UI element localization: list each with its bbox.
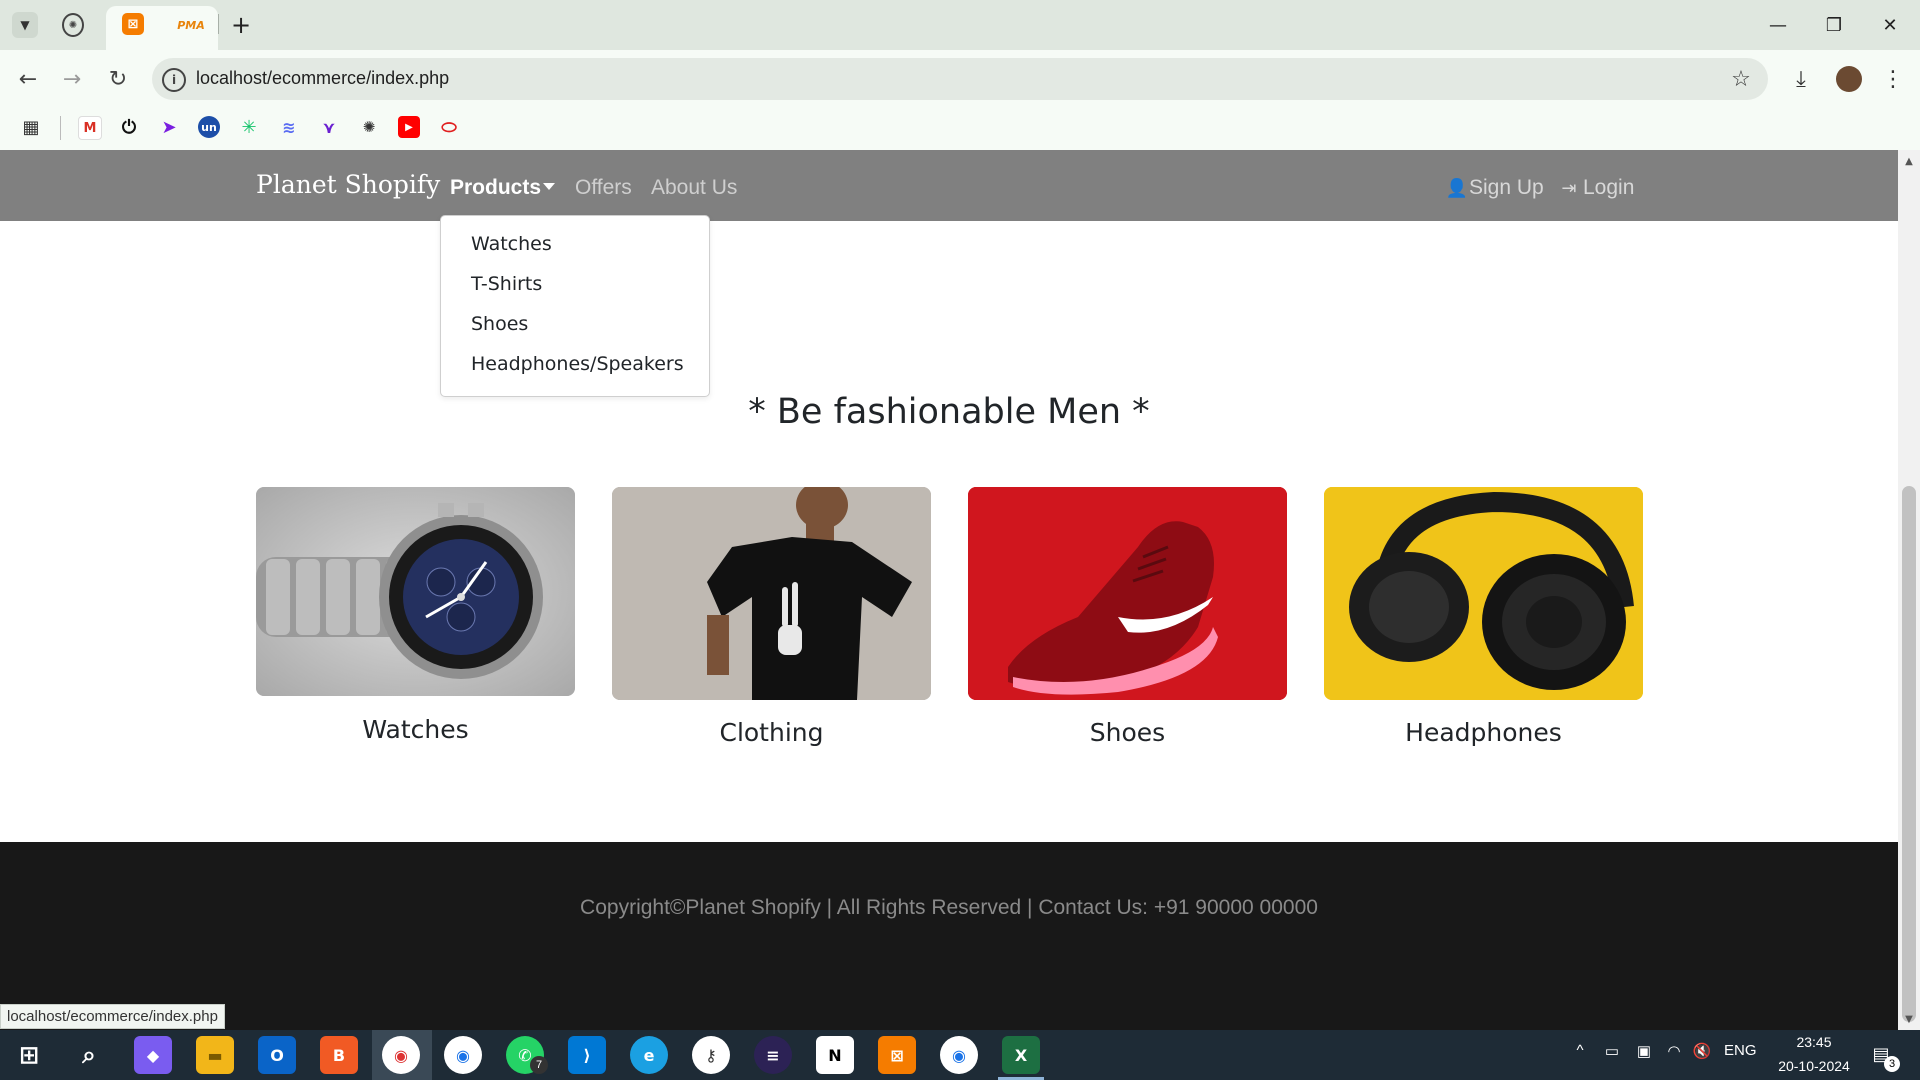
xampp-icon: ⊠ [122,13,144,35]
card-caption-shoes[interactable]: Shoes [968,718,1287,747]
card-image-watches[interactable] [256,487,575,696]
card-image-clothing[interactable] [612,487,931,700]
wifi-icon[interactable]: ◠ [1662,1042,1686,1060]
chrome-profile-icon[interactable]: ◉ [382,1036,420,1074]
language-indicator[interactable]: ENG [1724,1042,1757,1059]
card-image-shoes[interactable] [968,487,1287,700]
menu-kebab-icon[interactable]: ⋮ [1880,64,1906,94]
power-icon[interactable]: ⏻ [118,116,140,138]
site-footer [0,842,1898,1030]
dropdown-item-watches[interactable]: Watches [471,233,552,255]
notion-icon[interactable]: N [816,1036,854,1074]
gmail-icon[interactable]: M [78,116,102,140]
nav-products-dropdown[interactable]: Products [450,176,541,200]
profile-avatar[interactable] [1836,66,1862,92]
shoe-image [968,487,1287,700]
tray-chevron-up-icon[interactable]: ^ [1570,1042,1590,1059]
scroll-up-arrow-icon[interactable]: ▲ [1900,154,1918,168]
tab-separator [218,14,219,34]
new-tab-button[interactable]: + [228,11,254,39]
reload-button[interactable]: ↻ [100,61,136,97]
card-image-headphones[interactable] [1324,487,1643,700]
excel-icon[interactable]: X [1002,1036,1040,1074]
card-caption-headphones[interactable]: Headphones [1324,718,1643,747]
chrome-icon[interactable]: ◉ [444,1036,482,1074]
apps-grid-icon[interactable]: ▦ [20,116,42,138]
bookmark-star-icon[interactable]: ☆ [1726,64,1756,94]
back-button[interactable]: ← [10,61,46,97]
windows-start-icon[interactable]: ⊞ [10,1036,48,1074]
link-status-bubble: localhost/ecommerce/index.php [0,1004,225,1029]
xampp-taskbar-icon[interactable]: ⊠ [878,1036,916,1074]
tab-search-chevron-icon[interactable]: ▼ [12,12,38,38]
watch-image [256,487,575,696]
tab-openai[interactable]: ✺ [62,13,84,37]
minimize-button[interactable]: — [1750,0,1806,50]
outlook-icon[interactable]: O [258,1036,296,1074]
forward-button[interactable]: → [54,61,90,97]
footer-copyright: Copyright©Planet Shopify | All Rights Re… [580,896,1318,919]
battery-icon[interactable]: ▭ [1600,1042,1624,1060]
openai-icon: ✺ [62,13,84,37]
bird-icon[interactable]: ⋎ [318,116,340,138]
scroll-thumb[interactable] [1902,486,1916,1022]
dropdown-item-tshirts[interactable]: T-Shirts [471,273,542,295]
oracle-icon[interactable]: ⬭ [438,116,460,138]
page-headline: * Be fashionable Men * [748,392,1150,432]
clock-date[interactable]: 20-10-2024 [1766,1058,1862,1074]
headphones-image [1324,487,1643,700]
app-key-icon[interactable]: ⚷ [692,1036,730,1074]
caret-down-icon [543,183,555,190]
edge-icon[interactable]: e [630,1036,668,1074]
clock-time[interactable]: 23:45 [1766,1034,1862,1050]
restore-button[interactable]: ❐ [1806,0,1862,50]
youtube-icon[interactable]: ▶ [398,116,420,138]
card-caption-watches[interactable]: Watches [256,715,575,744]
file-explorer-icon[interactable]: ▬ [196,1036,234,1074]
camera-icon[interactable]: ▣ [1632,1042,1656,1060]
dropdown-item-shoes[interactable]: Shoes [471,313,528,335]
download-icon[interactable]: ⤓ [1786,64,1816,94]
arrow-icon[interactable]: ➤ [158,116,180,138]
login-icon: ⇥ [1561,177,1577,199]
whatsapp-badge: 7 [530,1056,548,1074]
tab-strip [0,0,1920,50]
nav-login[interactable]: Login [1583,176,1634,200]
mute-icon[interactable]: 🔇 [1690,1042,1714,1060]
url-text[interactable]: localhost/ecommerce/index.php [196,68,449,89]
tshirt-image [612,487,931,700]
nav-sign-up[interactable]: Sign Up [1469,176,1544,200]
brand-logo[interactable]: Planet Shopify [256,170,440,199]
bookmark-divider [60,116,61,140]
brave-icon[interactable]: B [320,1036,358,1074]
eclipse-icon[interactable]: ≡ [754,1036,792,1074]
vscode-icon[interactable]: ⟩ [568,1036,606,1074]
card-caption-clothing[interactable]: Clothing [612,718,931,747]
search-icon[interactable]: ⌕ [70,1036,108,1074]
notifications-badge: 3 [1884,1056,1900,1072]
sparkle-icon[interactable]: ✳ [238,116,260,138]
dropdown-item-headphones-speakers[interactable]: Headphones/Speakers [471,353,684,375]
stripes-icon[interactable]: ≋ [278,116,300,138]
chrome-test-icon[interactable]: ◉ [940,1036,978,1074]
unstop-icon[interactable]: un [198,116,220,138]
close-window-button[interactable]: ✕ [1862,0,1918,50]
user-icon: 👤 [1445,177,1469,199]
copilot-icon[interactable]: ◆ [134,1036,172,1074]
site-info-icon[interactable]: i [162,68,186,92]
scroll-down-arrow-icon[interactable]: ▼ [1900,1012,1918,1026]
nav-offers[interactable]: Offers [575,176,632,200]
openai-bookmark-icon[interactable]: ✺ [358,116,380,138]
nav-about-us[interactable]: About Us [651,176,737,200]
phpmyadmin-icon[interactable]: PMA [177,14,205,36]
